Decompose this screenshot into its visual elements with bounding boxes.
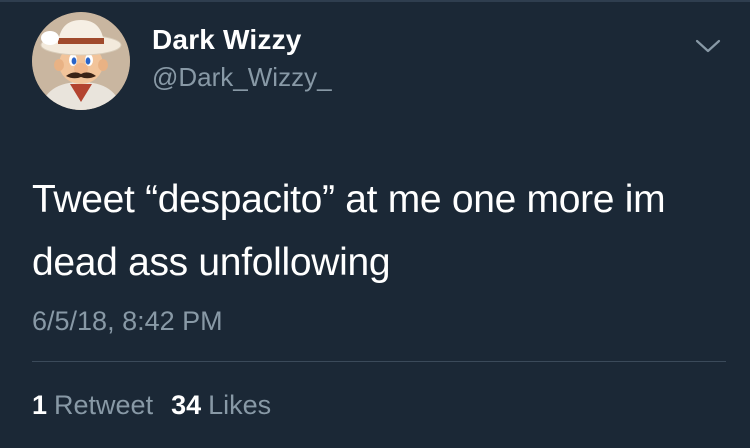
tweet-text: Tweet “despacito” at me one more im dead… [32,178,666,284]
author-display-name[interactable]: Dark Wizzy [152,24,302,56]
tweet-card: Dark Wizzy @Dark_Wizzy_ Tweet “despacito… [0,0,750,448]
retweets-stat[interactable]: 1 Retweet [32,390,153,421]
tweet-timestamp[interactable]: 6/5/18, 8:42 PM [32,306,223,337]
stats-divider [32,361,726,362]
author-handle[interactable]: @Dark_Wizzy_ [152,62,332,93]
cowboy-mario-avatar-icon [32,12,130,110]
chevron-down-icon [695,39,721,53]
tweet-menu-button[interactable] [690,28,726,64]
likes-count: 34 [171,390,202,420]
likes-label: Likes [208,390,272,420]
retweets-count: 1 [32,390,48,420]
likes-stat[interactable]: 34 Likes [171,390,271,421]
tweet-stats: 1 Retweet 34 Likes [32,390,271,421]
retweets-label: Retweet [54,390,154,420]
avatar[interactable] [32,12,130,110]
